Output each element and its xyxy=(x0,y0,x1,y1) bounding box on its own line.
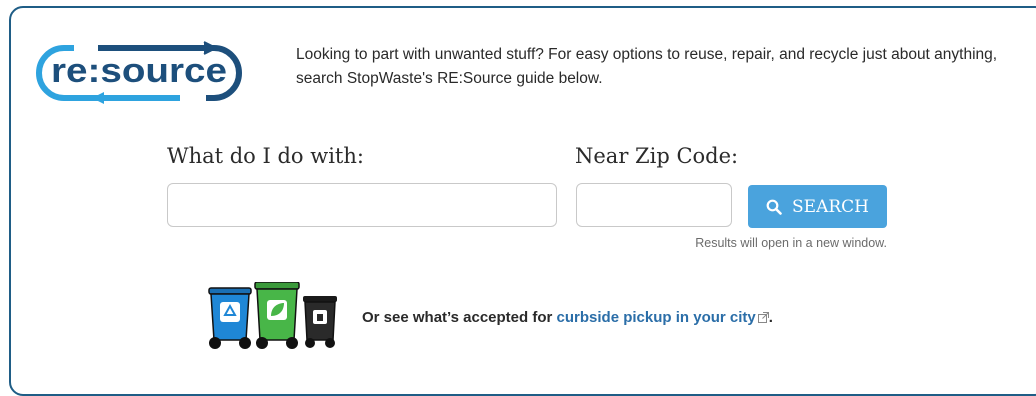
intro-text: Looking to part with unwanted stuff? For… xyxy=(296,46,998,87)
curbside-suffix: . xyxy=(768,309,773,326)
zip-input[interactable] xyxy=(576,183,732,227)
trash-bin-icon xyxy=(303,296,337,348)
results-note: Results will open in a new window. xyxy=(695,236,887,250)
curbside-prefix: Or see what’s accepted for xyxy=(362,309,557,326)
bins-illustration xyxy=(208,282,337,349)
search-icon xyxy=(766,199,782,215)
compost-bin-icon xyxy=(254,282,300,349)
what-label: What do I do with: xyxy=(167,144,364,168)
logo-text: re:source xyxy=(51,52,227,90)
zip-label: Near Zip Code: xyxy=(575,144,739,168)
recycle-bin-icon xyxy=(208,287,252,349)
search-button[interactable]: SEARCH xyxy=(748,185,887,228)
curbside-link[interactable]: curbside pickup in your city xyxy=(557,309,756,326)
resource-logo: re:source xyxy=(36,41,242,104)
external-link-icon xyxy=(757,312,769,323)
what-input[interactable] xyxy=(167,183,557,227)
curbside-text: Or see what’s accepted for curbside pick… xyxy=(362,309,773,326)
search-button-label: SEARCH xyxy=(792,196,869,217)
